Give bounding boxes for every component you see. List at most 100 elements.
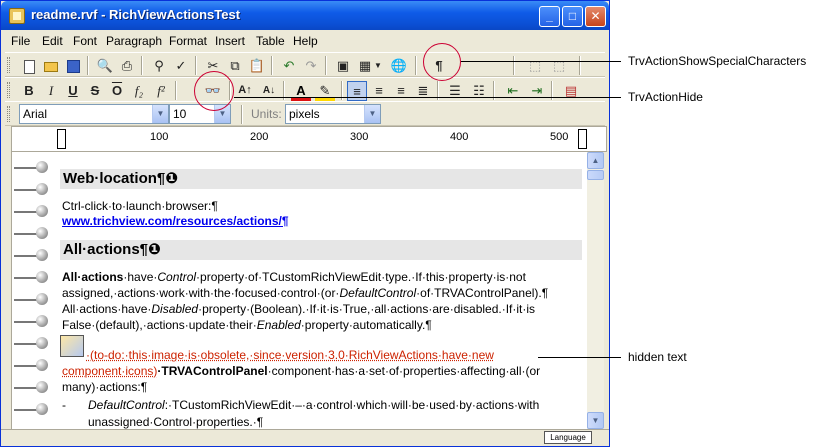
- subscript-button[interactable]: f₂: [129, 81, 149, 101]
- hidden-text: ·(to-do:·this·image·is·obsolete,·since·v…: [86, 348, 494, 362]
- find-binoculars-icon[interactable]: ⚲: [149, 56, 169, 76]
- toolbar-separator: [325, 56, 327, 75]
- menu-font[interactable]: Font: [73, 34, 97, 48]
- chevron-down-icon[interactable]: ▼: [364, 105, 380, 123]
- superscript-button[interactable]: f²: [151, 81, 171, 101]
- ruler-ticks: [12, 138, 606, 140]
- title-bar[interactable]: readme.rvf - RichViewActionsTest _ □ ✕: [1, 1, 609, 30]
- ruler-number: 300: [350, 131, 369, 143]
- strikeout-button[interactable]: S: [85, 81, 105, 101]
- insert-table-icon[interactable]: ▦: [355, 56, 375, 76]
- callout-line-special-chars: [461, 61, 621, 62]
- font-name-combo[interactable]: Arial ▼: [19, 104, 169, 124]
- toolbar-grip[interactable]: [7, 106, 10, 122]
- toolbar-grip[interactable]: [7, 57, 10, 73]
- redo-icon[interactable]: ↷: [301, 56, 321, 76]
- hidden-text-line: ·(to-do:·this·image·is·obsolete,·since·v…: [86, 348, 494, 362]
- shrink-font-icon[interactable]: A↓: [259, 81, 279, 101]
- overline-button[interactable]: O: [107, 81, 127, 101]
- close-button[interactable]: ✕: [585, 6, 606, 27]
- paragraph-line: False·(default),·actions·update·their·En…: [62, 318, 432, 332]
- bold-button[interactable]: B: [19, 81, 39, 101]
- paragraph-color-icon[interactable]: ▤: [561, 81, 581, 101]
- toolbar-separator: [513, 56, 515, 75]
- menu-bar: File Edit Font Paragraph Format Insert T…: [5, 32, 605, 51]
- app-icon[interactable]: [9, 8, 25, 24]
- underline-button[interactable]: U: [63, 81, 83, 101]
- document-editor[interactable]: Web·location¶❶ Ctrl-click·to·launch·brow…: [11, 152, 587, 429]
- spell-check-icon[interactable]: ✓: [171, 56, 191, 76]
- align-left-icon[interactable]: ≡: [347, 81, 367, 101]
- copy-icon[interactable]: ⧉: [225, 56, 245, 76]
- toolbar-separator: [195, 56, 197, 75]
- embedded-image-icon[interactable]: [60, 335, 84, 357]
- insert-picture-icon[interactable]: ▣: [333, 56, 353, 76]
- toolbar-separator: [271, 56, 273, 75]
- scroll-down-icon[interactable]: ▼: [587, 412, 604, 429]
- text-ctrl-click: Ctrl-click·to·launch·browser:¶: [62, 199, 218, 213]
- table-cell-icon[interactable]: ⬚: [549, 56, 569, 76]
- standard-toolbar: 🔍 ⎙ ⚲ ✓ ✂ ⧉ 📋 ↶ ↷ ▣ ▦ ▼ 🌐 ¶ ⬚ ⬚: [5, 52, 605, 77]
- paragraph-marker-icon: [14, 160, 50, 174]
- font-size-value: 10: [173, 107, 187, 121]
- horizontal-ruler[interactable]: 100 200 300 400 500: [11, 126, 607, 152]
- units-combo[interactable]: pixels ▼: [285, 104, 381, 124]
- paragraph-line: component·icons)·TRVAControlPanel·compon…: [62, 364, 541, 378]
- list-item-line: unassigned·Control·properties.·¶: [88, 415, 264, 429]
- paragraph-line: All·actions·have·Control·property·of·TCu…: [62, 270, 526, 284]
- toolbar-separator: [415, 56, 417, 75]
- undo-icon[interactable]: ↶: [279, 56, 299, 76]
- units-label: Units:: [251, 107, 282, 121]
- toolbar-grip[interactable]: [7, 82, 10, 98]
- menu-help[interactable]: Help: [293, 34, 318, 48]
- save-disk-icon[interactable]: [63, 56, 83, 76]
- chevron-down-icon[interactable]: ▼: [152, 105, 168, 123]
- insert-hyperlink-globe-icon[interactable]: 🌐: [389, 56, 409, 76]
- paragraph-marker-icon: [14, 226, 50, 240]
- link-text[interactable]: www.trichview.com/resources/actions/¶: [62, 214, 289, 228]
- paragraph-line: many)·actions:¶: [62, 380, 148, 394]
- align-justify-icon[interactable]: ≣: [413, 81, 433, 101]
- menu-format[interactable]: Format: [169, 34, 207, 48]
- ruler-right-indent-marker[interactable]: [578, 129, 587, 149]
- scroll-thumb[interactable]: [587, 170, 604, 180]
- highlight-pen-icon[interactable]: ✎: [315, 81, 335, 101]
- paragraph-marker-icon: [14, 182, 50, 196]
- units-value: pixels: [289, 107, 320, 121]
- chevron-down-icon[interactable]: ▼: [373, 56, 383, 76]
- italic-button[interactable]: I: [41, 81, 61, 101]
- print-preview-icon[interactable]: 🔍: [95, 56, 115, 76]
- menu-paragraph[interactable]: Paragraph: [106, 34, 162, 48]
- paragraph-marker-icon: [14, 402, 50, 416]
- table-cell-icon[interactable]: ⬚: [525, 56, 545, 76]
- font-color-icon[interactable]: A: [291, 81, 311, 101]
- bullets-icon[interactable]: ☰: [445, 81, 465, 101]
- paragraph-marker-icon: [14, 358, 50, 372]
- menu-edit[interactable]: Edit: [42, 34, 63, 48]
- open-folder-icon[interactable]: [41, 56, 61, 76]
- menu-insert[interactable]: Insert: [215, 34, 245, 48]
- vertical-scrollbar[interactable]: ▲ ▼: [587, 152, 604, 429]
- new-document-icon[interactable]: [19, 56, 39, 76]
- menu-file[interactable]: File: [11, 34, 30, 48]
- ruler-left-indent-marker[interactable]: [57, 129, 66, 149]
- scroll-up-icon[interactable]: ▲: [587, 152, 604, 169]
- align-right-icon[interactable]: ≡: [391, 81, 411, 101]
- paste-icon[interactable]: 📋: [247, 56, 267, 76]
- heading-all-actions: All·actions¶❶: [60, 240, 582, 260]
- align-center-icon[interactable]: ≡: [369, 81, 389, 101]
- paragraph-marker-strip: [12, 152, 52, 429]
- maximize-button[interactable]: □: [562, 6, 583, 27]
- print-icon[interactable]: ⎙: [117, 56, 137, 76]
- menu-table[interactable]: Table: [256, 34, 285, 48]
- numbering-icon[interactable]: ☷: [469, 81, 489, 101]
- indent-increase-icon[interactable]: ⇥: [527, 81, 547, 101]
- indent-decrease-icon[interactable]: ⇤: [503, 81, 523, 101]
- list-item-dash: -: [62, 398, 66, 412]
- minimize-button[interactable]: _: [539, 6, 560, 27]
- language-indicator[interactable]: Language: [544, 431, 592, 444]
- web-link[interactable]: www.trichview.com/resources/actions/¶: [62, 214, 289, 228]
- grow-font-icon[interactable]: A↑: [235, 81, 255, 101]
- ruler-number: 100: [150, 131, 169, 143]
- ruler-number: 500: [550, 131, 569, 143]
